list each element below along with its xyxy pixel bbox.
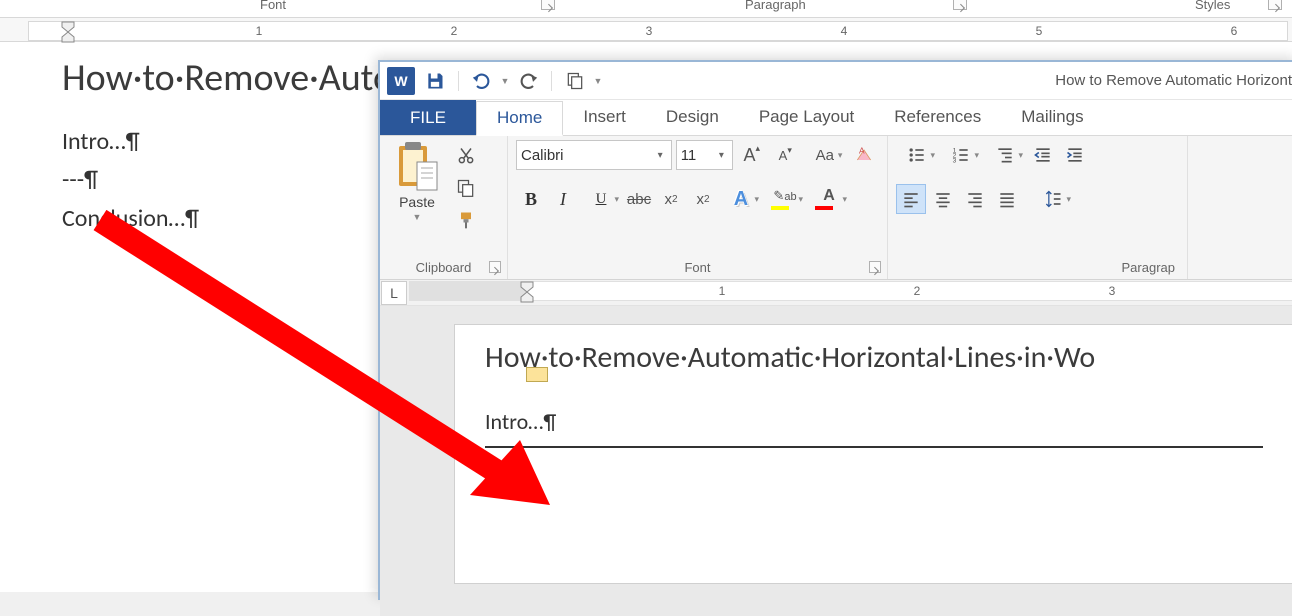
change-case-button[interactable]: Aa▾ (804, 140, 845, 170)
tab-insert[interactable]: Insert (563, 100, 646, 135)
doc-line-intro[interactable]: Intro…¶ (485, 400, 1263, 444)
group-font: Calibri ▾ 11 ▾ A▴ A▾ Aa▾ A B I U▾ abc x2 (508, 136, 888, 279)
chevron-down-icon[interactable]: ▾ (715, 150, 728, 161)
group-label-styles: Styles (1195, 0, 1230, 12)
superscript-button[interactable]: x2 (688, 184, 718, 214)
dialog-launcher-icon[interactable] (1268, 0, 1282, 10)
highlight-button[interactable]: ✎ab ▾ (764, 184, 806, 214)
copy-icon[interactable] (452, 174, 480, 202)
format-painter-icon[interactable] (452, 206, 480, 234)
undo-icon[interactable] (467, 66, 497, 96)
tab-selector-icon[interactable]: L (381, 281, 407, 305)
front-horizontal-ruler[interactable]: 1 2 3 (409, 281, 1292, 301)
tab-mailings[interactable]: Mailings (1001, 100, 1103, 135)
ruler-mark: 4 (841, 24, 848, 38)
indent-marker-icon[interactable] (520, 281, 534, 303)
font-name-combo[interactable]: Calibri ▾ (516, 140, 672, 170)
svg-text:A: A (859, 145, 865, 155)
decrease-indent-button[interactable] (1028, 140, 1058, 170)
group-label-font: Font (516, 257, 879, 279)
group-clipboard: Paste ▼ Clipboard (380, 136, 508, 279)
dialog-launcher-icon[interactable] (869, 261, 881, 273)
bullets-button[interactable]: ▾ (896, 140, 938, 170)
align-right-button[interactable] (960, 184, 990, 214)
word-logo-icon[interactable]: W (386, 66, 416, 96)
group-label-clipboard: Clipboard (388, 257, 499, 279)
align-center-button[interactable] (928, 184, 958, 214)
grow-font-button[interactable]: A▴ (737, 140, 767, 170)
ruler-mark: 6 (1231, 24, 1238, 38)
tab-home[interactable]: Home (476, 101, 563, 136)
front-ruler-row: L 1 2 3 (380, 280, 1292, 306)
window-title: How to Remove Automatic Horizont (1055, 72, 1292, 89)
indent-marker-icon[interactable] (61, 21, 75, 43)
numbering-button[interactable]: 123▾ (940, 140, 982, 170)
chevron-down-icon[interactable]: ▾ (654, 150, 667, 161)
group-label-font: Font (260, 0, 286, 12)
foreground-word-window: W ▼ ▼ How to Remove Automatic Horizont F… (378, 60, 1292, 600)
redo-icon[interactable] (513, 66, 543, 96)
undo-dropdown-icon[interactable]: ▼ (501, 76, 509, 86)
tab-page-layout[interactable]: Page Layout (739, 100, 874, 135)
group-label-paragraph: Paragraph (745, 0, 806, 12)
ruler-mark: 2 (451, 24, 458, 38)
font-size-value: 11 (681, 147, 697, 164)
line-spacing-button[interactable]: ▾ (1032, 184, 1074, 214)
strikethrough-button[interactable]: abc (624, 184, 654, 214)
text-effects-button[interactable]: A ▾ (720, 184, 762, 214)
font-color-button[interactable]: A ▾ (808, 184, 850, 214)
paste-icon (395, 140, 439, 192)
font-size-combo[interactable]: 11 ▾ (676, 140, 733, 170)
ruler-mark: 1 (719, 284, 726, 298)
underline-button[interactable]: U▾ (580, 184, 622, 214)
paste-options-icon[interactable] (526, 367, 548, 382)
ruler-mark: 5 (1036, 24, 1043, 38)
ribbon: Paste ▼ Clipboard Calibri ▾ (380, 136, 1292, 280)
group-paragraph: ▾ 123▾ ▾ ▾ Paragrap (888, 136, 1188, 279)
ruler-margin-zone (410, 282, 526, 300)
group-label-paragraph: Paragrap (896, 257, 1179, 279)
tab-file[interactable]: FILE (380, 100, 476, 135)
ruler-mark: 3 (1109, 284, 1116, 298)
document-heading[interactable]: How·to·Remove·Automatic·Horizontal·Lines… (485, 339, 1263, 376)
quick-access-toolbar: W ▼ ▼ How to Remove Automatic Horizont (380, 62, 1292, 100)
paste-button[interactable]: Paste ▼ (388, 140, 446, 257)
ruler-mark: 3 (646, 24, 653, 38)
tab-design[interactable]: Design (646, 100, 739, 135)
copy-icon[interactable] (560, 66, 590, 96)
document-page[interactable]: How·to·Remove·Automatic·Horizontal·Lines… (454, 324, 1292, 584)
align-left-button[interactable] (896, 184, 926, 214)
shrink-font-button[interactable]: A▾ (771, 140, 801, 170)
qat-customize-dropdown-icon[interactable]: ▼ (594, 76, 602, 86)
dialog-launcher-icon[interactable] (541, 0, 555, 10)
ruler-mark: 1 (256, 24, 263, 38)
increase-indent-button[interactable] (1060, 140, 1090, 170)
dialog-launcher-icon[interactable] (489, 261, 501, 273)
subscript-button[interactable]: x2 (656, 184, 686, 214)
ribbon-tabs: FILE Home Insert Design Page Layout Refe… (380, 100, 1292, 136)
italic-button[interactable]: I (548, 184, 578, 214)
back-horizontal-ruler[interactable]: 1 2 3 4 5 6 (0, 17, 1292, 42)
dialog-launcher-icon[interactable] (953, 0, 967, 10)
cut-icon[interactable] (452, 142, 480, 170)
font-name-value: Calibri (521, 147, 564, 164)
svg-text:3: 3 (953, 158, 957, 165)
doc-line-blank[interactable]: ¶ (485, 448, 1263, 492)
clear-formatting-button[interactable]: A (849, 140, 879, 170)
ruler-mark: 2 (914, 284, 921, 298)
multilevel-list-button[interactable]: ▾ (984, 140, 1026, 170)
paste-label: Paste (399, 194, 435, 210)
front-document-area[interactable]: How·to·Remove·Automatic·Horizontal·Lines… (380, 306, 1292, 616)
justify-button[interactable] (992, 184, 1022, 214)
bold-button[interactable]: B (516, 184, 546, 214)
save-icon[interactable] (420, 66, 450, 96)
back-ribbon-group-labels: Font Paragraph Styles (0, 0, 1292, 13)
tab-references[interactable]: References (874, 100, 1001, 135)
